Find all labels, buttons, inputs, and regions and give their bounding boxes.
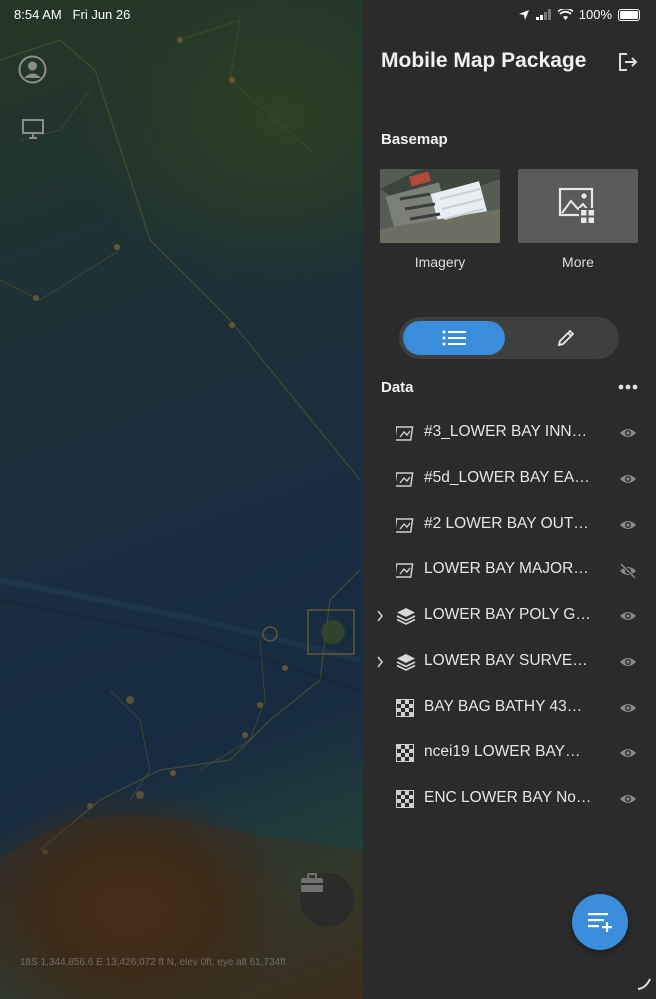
map-view[interactable]: 18S 1,344,856.6 E 13,426,072 ft N, elev …: [0, 0, 363, 999]
layer-row[interactable]: ENC LOWER BAY No…: [363, 780, 656, 820]
layer-name: #3_LOWER BAY INN…: [424, 423, 588, 440]
toolbox-button[interactable]: [300, 873, 354, 927]
layer-name: BAY BAG BATHY 43…: [424, 698, 583, 715]
layer-name: ncei19 LOWER BAY…: [424, 743, 581, 760]
layer-name: #5d_LOWER BAY EA…: [424, 469, 590, 486]
group-layer-icon: [396, 654, 416, 671]
status-time: 8:54 AM: [14, 7, 62, 22]
basemap-heading: Basemap: [381, 131, 448, 148]
aerial-imagery-thumbnail: [380, 169, 500, 243]
feature-layer-icon: [396, 518, 414, 533]
layer-row[interactable]: LOWER BAY POLY G…: [363, 597, 656, 637]
visibility-on-icon[interactable]: [619, 792, 637, 806]
visibility-on-icon[interactable]: [619, 472, 637, 486]
visibility-on-icon[interactable]: [619, 609, 637, 623]
layer-name: LOWER BAY POLY G…: [424, 606, 591, 623]
layer-row[interactable]: #5d_LOWER BAY EA…: [363, 460, 656, 500]
map-coordinates: 18S 1,344,856.6 E 13,426,072 ft N, elev …: [20, 957, 286, 968]
visibility-on-icon[interactable]: [619, 518, 637, 532]
layer-row[interactable]: LOWER BAY SURVEY…: [363, 643, 656, 683]
basemap-imagery-tile[interactable]: [380, 169, 500, 243]
layer-name: LOWER BAY MAJOR…: [424, 560, 589, 577]
feature-layer-icon: [396, 563, 414, 578]
group-layer-icon: [396, 608, 416, 625]
status-bar: 8:54 AM Fri Jun 26 100%: [0, 0, 656, 28]
mobile-map-package-panel: Mobile Map Package Basemap Imagery More …: [363, 0, 656, 999]
raster-layer-icon: [396, 744, 414, 762]
monitor-icon[interactable]: [22, 118, 44, 140]
map-dim-overlay: [0, 0, 363, 999]
list-icon: [442, 330, 466, 346]
resize-handle-icon[interactable]: [636, 977, 652, 991]
layer-row[interactable]: BAY BAG BATHY 43…: [363, 689, 656, 729]
layer-row[interactable]: #2 LOWER BAY OUT…: [363, 506, 656, 546]
layer-row[interactable]: ncei19 LOWER BAY…: [363, 734, 656, 774]
raster-layer-icon: [396, 790, 414, 808]
wifi-icon: [557, 9, 573, 20]
layer-name: LOWER BAY SURVEY…: [424, 652, 594, 669]
visibility-off-icon[interactable]: [619, 563, 637, 579]
visibility-on-icon[interactable]: [619, 746, 637, 760]
user-avatar-icon[interactable]: [18, 55, 47, 84]
layer-name: #2 LOWER BAY OUT…: [424, 515, 589, 532]
layer-name: ENC LOWER BAY No…: [424, 789, 592, 806]
list-view-tab[interactable]: [403, 321, 505, 355]
chevron-right-icon[interactable]: [375, 608, 385, 624]
chevron-right-icon[interactable]: [375, 654, 385, 670]
visibility-on-icon[interactable]: [619, 701, 637, 715]
feature-layer-icon: [396, 472, 414, 487]
edit-view-tab[interactable]: [517, 321, 615, 355]
add-layer-icon: [588, 913, 612, 932]
raster-layer-icon: [396, 699, 414, 717]
battery-percent: 100%: [578, 7, 612, 22]
more-options-icon[interactable]: [618, 384, 638, 390]
location-arrow-icon: [518, 9, 529, 20]
cellular-signal-icon: [535, 9, 551, 20]
basemap-more-label: More: [562, 254, 594, 270]
data-heading: Data: [381, 379, 414, 396]
image-gallery-icon: [558, 187, 596, 225]
panel-title: Mobile Map Package: [381, 49, 587, 72]
toolbox-icon: [301, 873, 323, 892]
basemap-imagery-label: Imagery: [414, 254, 466, 270]
feature-layer-icon: [396, 426, 414, 441]
visibility-on-icon[interactable]: [619, 655, 637, 669]
battery-icon: [618, 8, 640, 21]
layer-row[interactable]: LOWER BAY MAJOR…: [363, 551, 656, 591]
basemap-more-tile[interactable]: [518, 169, 638, 243]
visibility-on-icon[interactable]: [619, 426, 637, 440]
pencil-icon: [557, 329, 575, 347]
layer-row[interactable]: #3_LOWER BAY INN…: [363, 414, 656, 454]
status-time-date: 8:54 AM Fri Jun 26: [14, 7, 130, 22]
status-indicators: 100%: [518, 7, 640, 22]
view-toggle: [399, 317, 619, 359]
status-date: Fri Jun 26: [72, 7, 131, 22]
exit-icon[interactable]: [618, 52, 638, 72]
add-layer-button[interactable]: [572, 894, 628, 950]
